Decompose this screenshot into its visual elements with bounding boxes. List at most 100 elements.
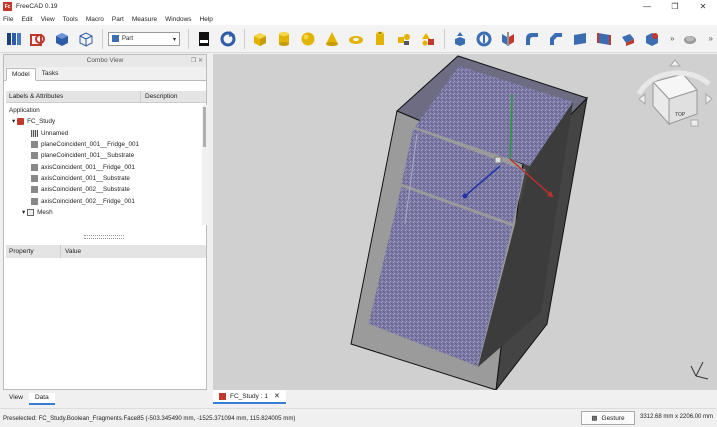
pdf-export-icon[interactable] [194, 29, 213, 48]
menu-measure[interactable]: Measure [132, 16, 157, 23]
property-header-value[interactable]: Value [61, 245, 81, 258]
title-bar: Fc FreeCAD 0.19 — ❐ ✕ [0, 0, 717, 13]
tree-item[interactable]: planeCoincident_001__Fridge_001 [6, 139, 200, 150]
boolean-icon[interactable] [642, 29, 661, 48]
menu-windows[interactable]: Windows [165, 16, 191, 23]
panel-splitter-handle[interactable] [84, 235, 124, 239]
menu-edit[interactable]: Edit [21, 16, 32, 23]
mesh-icon [27, 208, 35, 216]
menu-part[interactable]: Part [112, 16, 124, 23]
toolbar-overflow-icon[interactable]: » [670, 34, 674, 43]
fillet-icon[interactable] [522, 29, 541, 48]
torus-icon[interactable] [346, 29, 365, 48]
navigation-style-label: Gesture [601, 414, 625, 422]
property-header: Property Value [6, 245, 206, 258]
menu-help[interactable]: Help [200, 16, 213, 23]
close-window-button[interactable]: ✕ [689, 0, 717, 13]
menu-view[interactable]: View [41, 16, 55, 23]
tab-model[interactable]: Model [6, 68, 36, 81]
constraint-icon [31, 186, 38, 194]
cylinder-icon[interactable] [274, 29, 293, 48]
menu-tools[interactable]: Tools [63, 16, 78, 23]
minimize-button[interactable]: — [633, 0, 661, 13]
ruled-surface-icon[interactable] [594, 29, 613, 48]
toolbar-separator [444, 28, 445, 49]
axis-tripod [690, 361, 709, 380]
constraint-icon [31, 152, 38, 160]
collapse-arrow-icon[interactable]: ▾ [12, 118, 15, 125]
tab-tasks[interactable]: Tasks [36, 67, 65, 80]
tree-item[interactable]: ▾ Mesh [6, 207, 200, 218]
scrollbar-thumb[interactable] [203, 107, 206, 147]
part-workbench-icon [112, 35, 119, 42]
cube-icon[interactable] [250, 29, 269, 48]
cone-icon[interactable] [322, 29, 341, 48]
tree-item-application[interactable]: Application [6, 105, 200, 116]
tree-item-label: Application [9, 107, 40, 115]
navcube-arrow-up-icon[interactable] [668, 59, 682, 67]
navcube-arrow-right-icon[interactable] [705, 92, 713, 106]
preselection-status: Preselected: FC_Study.Boolean_Fragments.… [3, 414, 296, 422]
refresh-icon[interactable] [218, 29, 237, 48]
property-header-property[interactable]: Property [6, 245, 61, 258]
tab-data[interactable]: Data [28, 393, 55, 405]
tab-view[interactable]: View [3, 393, 29, 405]
shape-builder-icon[interactable] [394, 29, 413, 48]
combo-view-title-text: Combo View [86, 57, 124, 64]
book-icon[interactable] [4, 29, 23, 48]
mirror-icon[interactable] [498, 29, 517, 48]
tree-header-description[interactable]: Description [141, 91, 178, 102]
tree-header: Labels & Attributes Description [6, 91, 206, 103]
menu-bar: File Edit View Tools Macro Part Measure … [0, 13, 717, 25]
tree-item[interactable]: Unnamed [6, 128, 200, 139]
origin-cube [494, 156, 502, 164]
document-tab[interactable]: FC_Study : 1 ✕ [213, 390, 286, 404]
tree-item-label: planeCoincident_001__Fridge_001 [41, 141, 140, 149]
tree-item-label: FC_Study [27, 118, 56, 126]
navigation-cube[interactable]: TOP [636, 59, 713, 127]
part-tube-icon[interactable] [680, 29, 699, 48]
collapse-arrow-icon[interactable]: ▾ [22, 209, 25, 216]
revolve-icon[interactable] [474, 29, 493, 48]
tree-header-labels[interactable]: Labels & Attributes [6, 91, 141, 102]
make-face-icon[interactable] [570, 29, 589, 48]
3d-scene[interactable]: TOP [213, 54, 717, 390]
navcube-arrow-left-icon[interactable] [638, 92, 646, 106]
toolbar-separator [244, 28, 245, 49]
tree-item-label: axisCoincident_001__Fridge_001 [41, 163, 135, 171]
model-tree: Application ▾ FC_Study Unnamed planeCoin… [6, 105, 200, 229]
menu-macro[interactable]: Macro [86, 16, 104, 23]
tree-scrollbar[interactable] [202, 105, 207, 225]
sphere-icon[interactable] [298, 29, 317, 48]
wireframe-icon[interactable] [76, 29, 95, 48]
tube-icon[interactable] [370, 29, 389, 48]
chamfer-icon[interactable] [546, 29, 565, 48]
workbench-select[interactable]: Part ▾ [108, 31, 180, 46]
tree-item[interactable]: axisCoincident_001__Substrate [6, 173, 200, 184]
extrude-icon[interactable] [450, 29, 469, 48]
window-title: FreeCAD 0.19 [16, 3, 58, 10]
box-view-icon[interactable] [52, 29, 71, 48]
restore-button[interactable]: ❐ [661, 0, 689, 13]
primitives-icon[interactable] [418, 29, 437, 48]
tree-item[interactable]: planeCoincident_001__Substrate [6, 150, 200, 161]
navcube-menu-icon[interactable] [690, 119, 699, 127]
fit-selection-icon[interactable] [28, 29, 47, 48]
toolbar-overflow-icon[interactable]: » [708, 34, 712, 43]
tree-item-document[interactable]: ▾ FC_Study [6, 116, 200, 127]
tree-item[interactable]: axisCoincident_001__Fridge_001 [6, 161, 200, 172]
3d-viewport[interactable]: TOP [213, 54, 717, 390]
tripod-y-line [695, 361, 704, 377]
panel-float-close-icons[interactable]: ❐ ✕ [191, 55, 203, 67]
tree-item[interactable]: axisCoincident_002__Fridge_001 [6, 195, 200, 206]
view-dimensions: 3312.68 mm x 2206.00 mm [640, 414, 714, 420]
tree-item[interactable]: axisCoincident_002__Substrate [6, 184, 200, 195]
combo-tabs: Model Tasks [4, 67, 206, 81]
loft-icon[interactable] [618, 29, 637, 48]
property-view-tabs: View Data [3, 393, 55, 405]
freecad-logo-icon: Fc [3, 2, 12, 11]
tree-item-label: Mesh [37, 208, 53, 216]
navigation-style-button[interactable]: ▩ Gesture [581, 411, 635, 425]
menu-file[interactable]: File [3, 16, 13, 23]
close-icon[interactable]: ✕ [274, 392, 280, 400]
